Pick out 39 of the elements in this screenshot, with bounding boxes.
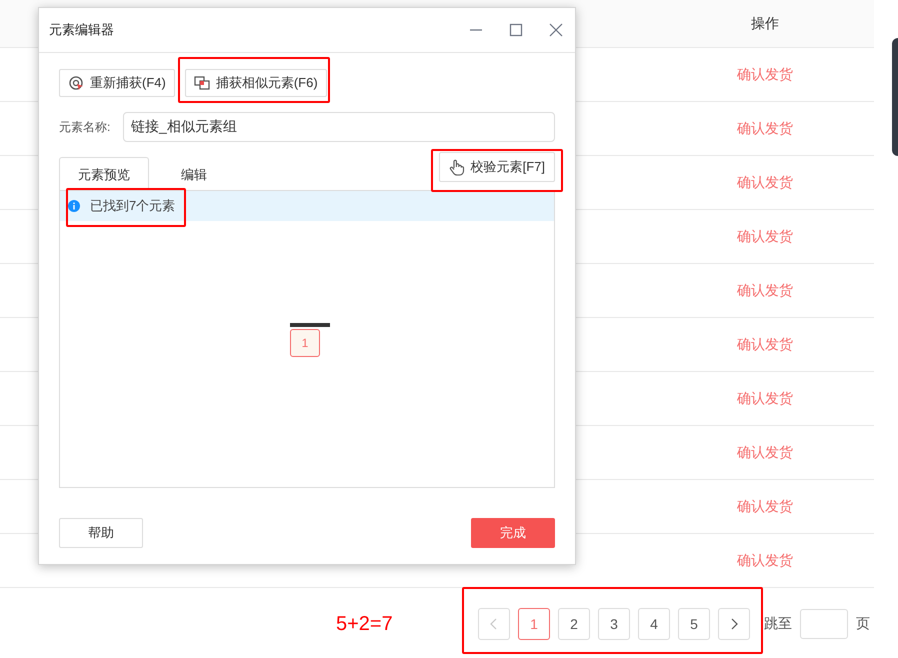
confirm-shipment-link[interactable]: 确认发货 — [737, 282, 793, 298]
info-message: 已找到7个元素 — [90, 197, 176, 215]
chevron-right-icon — [730, 618, 738, 630]
close-icon[interactable] — [549, 23, 563, 37]
hand-pointer-icon — [448, 158, 465, 176]
confirm-shipment-link[interactable]: 确认发货 — [737, 498, 793, 514]
jump-to-label: 跳至 — [764, 615, 792, 633]
confirm-shipment-link[interactable]: 确认发货 — [737, 444, 793, 460]
recapture-button[interactable]: 重新捕获(F4) — [59, 69, 175, 97]
window-title: 元素编辑器 — [49, 21, 114, 39]
verify-element-button[interactable]: 校验元素[F7] — [438, 152, 555, 182]
page-button[interactable]: 5 — [678, 608, 710, 640]
confirm-shipment-link[interactable]: 确认发货 — [737, 174, 793, 190]
confirm-shipment-link[interactable]: 确认发货 — [737, 390, 793, 406]
confirm-shipment-link[interactable]: 确认发货 — [737, 120, 793, 136]
tab[interactable]: 元素预览 — [59, 157, 149, 191]
element-name-field[interactable]: 链接_相似元素组 — [123, 112, 555, 142]
confirm-shipment-link[interactable]: 确认发货 — [737, 336, 793, 352]
done-button[interactable]: 完成 — [471, 518, 555, 548]
confirm-shipment-link[interactable]: 确认发货 — [737, 66, 793, 82]
maximize-icon[interactable] — [509, 23, 523, 37]
page-button[interactable]: 3 — [598, 608, 630, 640]
confirm-shipment-link[interactable]: 确认发货 — [737, 228, 793, 244]
help-button[interactable]: 帮助 — [59, 518, 143, 548]
annotation-text: 5+2=7 — [336, 612, 394, 636]
page-input[interactable] — [800, 609, 848, 639]
capture-similar-button[interactable]: 捕获相似元素(F6) — [184, 69, 327, 97]
target-cursor-icon — [68, 75, 84, 91]
page-button[interactable]: 4 — [638, 608, 670, 640]
confirm-shipment-link[interactable]: 确认发货 — [737, 552, 793, 568]
info-icon — [68, 200, 80, 212]
page-suffix: 页 — [856, 615, 870, 633]
field-label: 元素名称: — [59, 118, 112, 136]
page-button[interactable]: 2 — [558, 608, 590, 640]
page-button[interactable]: 1 — [518, 608, 550, 640]
page-number-preview: 1 — [290, 329, 320, 357]
chevron-left-icon — [490, 618, 498, 630]
column-header: 操作 — [750, 14, 780, 32]
copy-elements-icon — [194, 76, 210, 90]
